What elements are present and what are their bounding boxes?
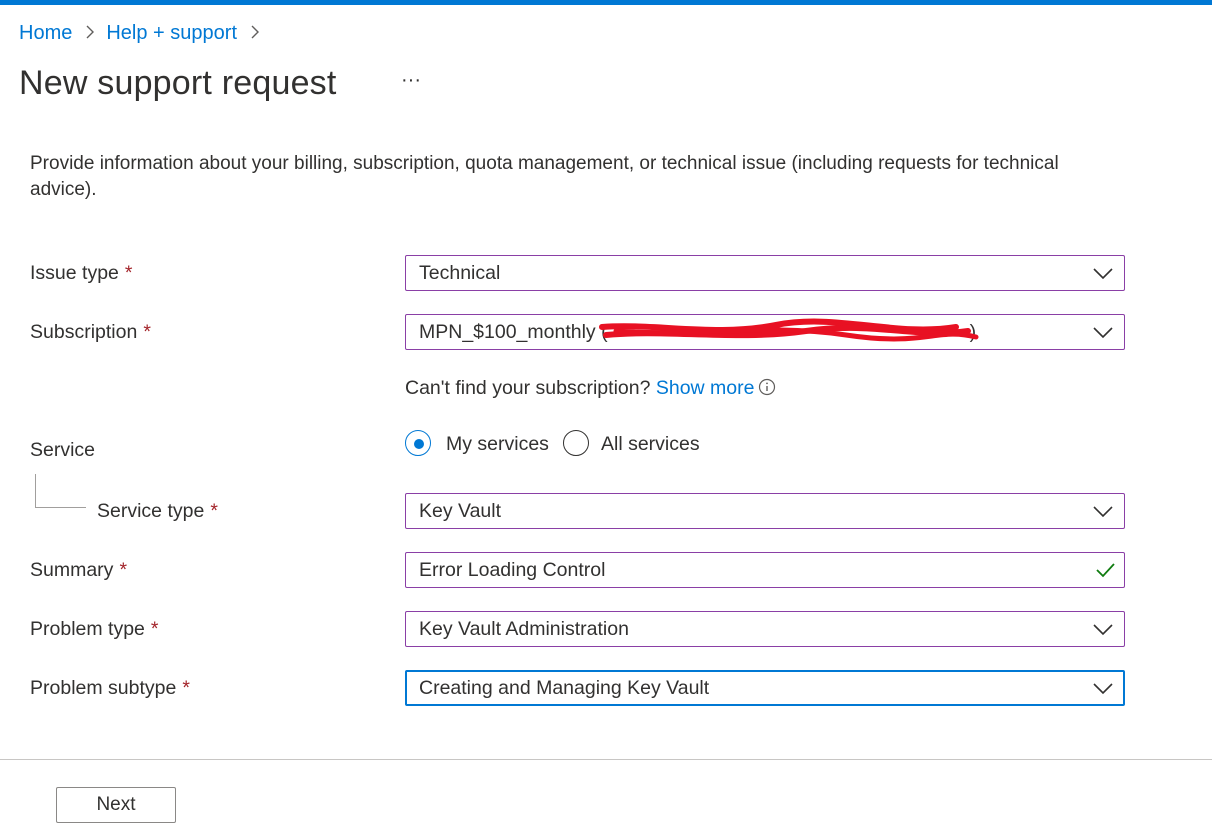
next-button[interactable]: Next: [56, 787, 176, 823]
service-label: Service: [30, 439, 96, 461]
service-tree-connector: [35, 474, 86, 508]
portal-top-bar: [0, 0, 1212, 5]
subscription-value-suffix: ): [969, 321, 977, 343]
all-services-radio[interactable]: All services: [563, 430, 713, 460]
required-asterisk: *: [124, 262, 133, 284]
problem-type-dropdown[interactable]: Key Vault Administration: [405, 611, 1125, 647]
radio-dot: [414, 439, 424, 449]
required-asterisk: *: [182, 677, 190, 699]
chevron-down-icon: [1093, 268, 1113, 280]
issue-type-label: Issue type *: [30, 260, 132, 286]
chevron-down-icon: [1093, 683, 1113, 695]
subscription-value-text: MPN_$100_monthly (: [419, 321, 608, 343]
required-asterisk: *: [150, 618, 159, 640]
subscription-label-text: Subscription: [30, 321, 138, 343]
more-actions-button[interactable]: ···: [398, 70, 424, 96]
my-services-radio[interactable]: My services: [405, 430, 555, 460]
service-type-label-text: Service type: [97, 500, 205, 522]
issue-type-value: Technical: [419, 262, 501, 284]
subscription-value: MPN_$100_monthly (): [419, 319, 976, 345]
required-asterisk: *: [210, 500, 218, 522]
problem-subtype-value: Creating and Managing Key Vault: [419, 677, 710, 699]
summary-label: Summary *: [30, 557, 127, 583]
summary-label-text: Summary: [30, 559, 114, 581]
info-icon[interactable]: [758, 378, 776, 396]
issue-type-dropdown[interactable]: Technical: [405, 255, 1125, 291]
problem-type-label: Problem type *: [30, 616, 158, 642]
footer-divider: [0, 759, 1212, 760]
radio-circle: [405, 430, 431, 456]
required-asterisk: *: [143, 321, 151, 343]
my-services-label: My services: [446, 433, 549, 455]
breadcrumb-help-support-link[interactable]: Help + support: [106, 22, 237, 44]
chevron-down-icon: [1093, 327, 1113, 339]
breadcrumb: Home Help + support: [19, 20, 271, 46]
problem-subtype-dropdown[interactable]: Creating and Managing Key Vault: [405, 670, 1125, 706]
subscription-dropdown[interactable]: MPN_$100_monthly (): [405, 314, 1125, 350]
chevron-right-icon: [86, 25, 95, 39]
all-services-label: All services: [601, 433, 700, 455]
service-type-dropdown[interactable]: Key Vault: [405, 493, 1125, 529]
problem-type-label-text: Problem type: [30, 618, 145, 640]
breadcrumb-home-link[interactable]: Home: [19, 22, 72, 44]
intro-description: Provide information about your billing, …: [30, 153, 1059, 200]
summary-input[interactable]: Error Loading Control: [405, 552, 1125, 588]
required-asterisk: *: [119, 559, 128, 581]
summary-value: Error Loading Control: [419, 559, 606, 581]
problem-subtype-label-text: Problem subtype: [30, 677, 177, 699]
subscription-hint: Can't find your subscription? Show more: [405, 375, 776, 401]
issue-type-label-text: Issue type: [30, 262, 119, 284]
chevron-down-icon: [1093, 506, 1113, 518]
service-type-label: Service type *: [97, 498, 218, 524]
problem-type-value: Key Vault Administration: [419, 618, 629, 640]
subscription-label: Subscription *: [30, 319, 151, 345]
chevron-right-icon: [251, 25, 259, 39]
checkmark-icon: [1096, 563, 1115, 578]
service-type-value: Key Vault: [419, 500, 502, 522]
more-icon: ···: [401, 69, 421, 91]
chevron-down-icon: [1093, 624, 1113, 636]
subscription-hint-text: Can't find your subscription?: [405, 377, 651, 399]
problem-subtype-label: Problem subtype *: [30, 675, 190, 701]
radio-circle: [563, 430, 589, 456]
page-title: New support request: [19, 64, 337, 102]
show-more-link[interactable]: Show more: [656, 377, 755, 399]
